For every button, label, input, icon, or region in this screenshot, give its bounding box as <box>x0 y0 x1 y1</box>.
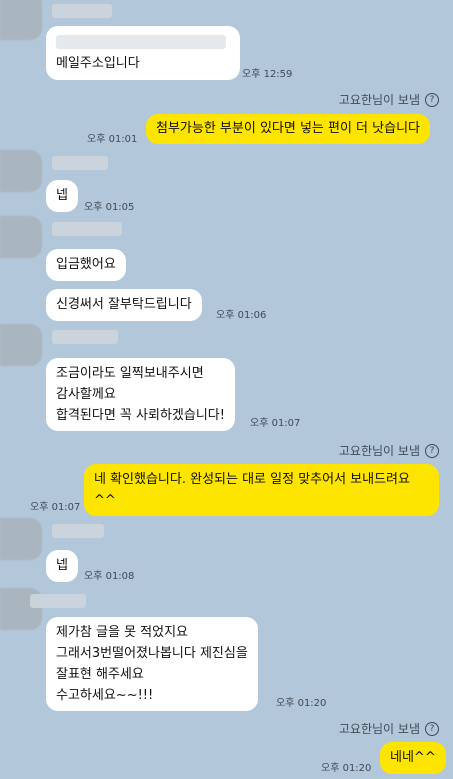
blurred-email <box>56 35 226 49</box>
message-bubble-incoming[interactable]: 메일주소입니다 <box>46 26 240 80</box>
question-circle-icon[interactable]: ? <box>425 721 439 736</box>
message-text-line: 합격된다면 꼭 사뢰하겠습니다! <box>56 408 225 423</box>
sender-label-text: 고요한님이 보냄 <box>338 722 420 736</box>
message-time: 오후 01:07 <box>30 502 81 513</box>
message-bubble-incoming[interactable]: 넵 <box>46 180 78 212</box>
message-bubble-incoming[interactable]: 신경써서 잘부탁드립니다 <box>46 289 202 321</box>
message-text: 네네^^ <box>390 750 436 765</box>
sender-name-blurred <box>52 222 122 236</box>
message-text-line: ^^ <box>94 493 116 508</box>
sender-avatar[interactable] <box>0 324 42 366</box>
message-bubble-outgoing[interactable]: 첨부가능한 부분이 있다면 넣는 편이 더 낫습니다 <box>146 114 430 144</box>
message-text: 메일주소입니다 <box>56 56 140 71</box>
sender-avatar[interactable] <box>0 216 42 258</box>
message-time: 오후 01:20 <box>321 763 372 774</box>
message-time: 오후 01:01 <box>87 134 138 145</box>
sender-avatar[interactable] <box>0 0 42 40</box>
sender-avatar[interactable] <box>0 150 42 192</box>
sender-label: 고요한님이 보냄 ? <box>339 442 439 459</box>
message-bubble-incoming[interactable]: 제가참 글을 못 적었지요 그래서3번떨어졌나봅니다 제진심을 잘표현 해주세요… <box>46 617 258 711</box>
message-time: 오후 01:06 <box>216 310 267 321</box>
message-time: 오후 12:59 <box>242 69 293 80</box>
message-text: 넵 <box>56 558 68 573</box>
message-bubble-incoming[interactable]: 입금했어요 <box>46 249 126 281</box>
sender-label-text: 고요한님이 보냄 <box>338 93 420 107</box>
message-bubble-outgoing[interactable]: 네네^^ <box>380 742 446 774</box>
message-bubble-incoming[interactable]: 넵 <box>46 550 78 582</box>
message-time: 오후 01:07 <box>250 418 301 429</box>
message-text: 신경써서 잘부탁드립니다 <box>56 297 192 312</box>
message-time: 오후 01:05 <box>84 202 135 213</box>
chat-screen: { "chat": { "blurred_preview": "", "mess… <box>0 0 453 779</box>
message-time: 오후 01:08 <box>84 571 135 582</box>
sender-name-blurred <box>52 524 104 538</box>
message-text-line: 감사할께요 <box>56 387 116 402</box>
sender-label: 고요한님이 보냄 ? <box>339 720 439 737</box>
question-circle-icon[interactable]: ? <box>425 92 439 107</box>
sender-label: 고요한님이 보냄 ? <box>339 91 439 108</box>
question-circle-icon[interactable]: ? <box>425 443 439 458</box>
message-text: 첨부가능한 부분이 있다면 넣는 편이 더 낫습니다 <box>156 121 420 136</box>
sender-name-blurred <box>52 156 108 170</box>
sender-name-blurred <box>30 594 86 608</box>
message-text-line: 네 확인했습니다. 완성되는 대로 일정 맞추어서 보내드려요 <box>94 472 410 487</box>
sender-name-blurred <box>52 330 118 344</box>
message-time: 오후 01:20 <box>276 698 327 709</box>
sender-avatar[interactable] <box>0 518 42 560</box>
message-text-line: 수고하세요~~!!! <box>56 688 154 703</box>
message-text-line: 잘표현 해주세요 <box>56 667 144 682</box>
message-bubble-outgoing[interactable]: 네 확인했습니다. 완성되는 대로 일정 맞추어서 보내드려요 ^^ <box>84 464 439 516</box>
message-text-line: 제가참 글을 못 적었지요 <box>56 625 188 640</box>
message-text: 입금했어요 <box>56 257 116 272</box>
message-text-line: 조금이라도 일찍보내주시면 <box>56 366 204 381</box>
message-bubble-incoming[interactable]: 조금이라도 일찍보내주시면 감사할께요 합격된다면 꼭 사뢰하겠습니다! <box>46 358 235 431</box>
sender-label-text: 고요한님이 보냄 <box>338 444 420 458</box>
sender-name-blurred <box>52 4 112 18</box>
message-text-line: 그래서3번떨어졌나봅니다 제진심을 <box>56 646 248 661</box>
message-text: 넵 <box>56 188 68 203</box>
